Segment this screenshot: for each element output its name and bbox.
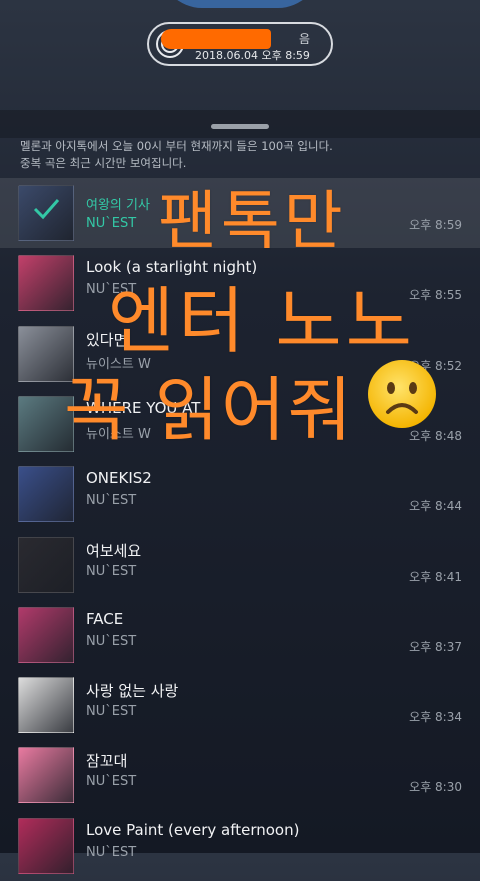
frowning-face-icon [368, 360, 436, 428]
album-art [18, 466, 74, 523]
song-title: Love Paint (every afternoon) [86, 820, 300, 839]
song-row[interactable]: FACE NU`EST 오후 8:37 [0, 600, 480, 670]
song-row[interactable]: ONEKIS2 NU`EST 오후 8:44 [0, 459, 480, 529]
recent-history-header[interactable]: 음 2018.06.04 오후 8:59 [147, 22, 333, 66]
song-row[interactable]: 잠꼬대 NU`EST 오후 8:30 [0, 740, 480, 810]
played-time: 오후 8:41 [409, 569, 462, 584]
song-row[interactable]: 사랑 없는 사랑 NU`EST 오후 8:34 [0, 670, 480, 740]
song-artist: NU`EST [86, 493, 137, 509]
song-artist: NU`EST [86, 844, 137, 860]
song-title: 여보세요 [86, 541, 142, 560]
song-artist: NU`EST [86, 563, 137, 579]
song-artist: NU`EST [86, 216, 137, 231]
song-title: 여왕의 기사 [86, 198, 150, 213]
now-playing-art-edge [160, 0, 320, 8]
song-title: 잠꼬대 [86, 752, 128, 771]
song-title: ONEKIS2 [86, 469, 152, 488]
overlay-text-line-3: 꼭 읽어줘 [64, 369, 354, 451]
drag-handle[interactable] [211, 124, 269, 129]
song-row[interactable]: 여보세요 NU`EST 오후 8:41 [0, 530, 480, 600]
song-artist: NU`EST [86, 704, 137, 720]
redacted-username [161, 29, 271, 49]
song-title: 사랑 없는 사랑 [86, 682, 179, 701]
notice-text: 멜론과 아지톡에서 오늘 00시 부터 현재까지 들은 100곡 입니다. 중복… [20, 138, 333, 172]
notice-line-1: 멜론과 아지톡에서 오늘 00시 부터 현재까지 들은 100곡 입니다. [20, 139, 333, 153]
album-art [18, 255, 74, 312]
album-art [18, 747, 74, 804]
played-time: 오후 8:44 [409, 499, 462, 514]
played-time: 오후 8:37 [409, 639, 462, 654]
overlay-text-line-1: 팬톡만 [158, 185, 347, 259]
played-time: 오후 8:30 [409, 780, 462, 795]
song-artist: NU`EST [86, 633, 137, 649]
check-icon [33, 199, 60, 220]
header-title-tail: 음 [299, 32, 311, 46]
header-date-time: 2018.06.04 오후 8:59 [195, 49, 310, 62]
overlay-text-line-2: 엔터 노노 [108, 279, 416, 363]
album-art [18, 677, 74, 734]
song-artist: NU`EST [86, 774, 137, 790]
song-row[interactable]: Love Paint (every afternoon) NU`EST [0, 811, 480, 881]
song-title: FACE [86, 609, 124, 628]
album-art [18, 536, 74, 593]
album-art [18, 817, 74, 874]
album-art [18, 606, 74, 663]
played-time: 오후 8:34 [409, 710, 462, 725]
played-time: 오후 8:59 [409, 218, 462, 232]
played-time: 오후 8:55 [409, 288, 462, 303]
